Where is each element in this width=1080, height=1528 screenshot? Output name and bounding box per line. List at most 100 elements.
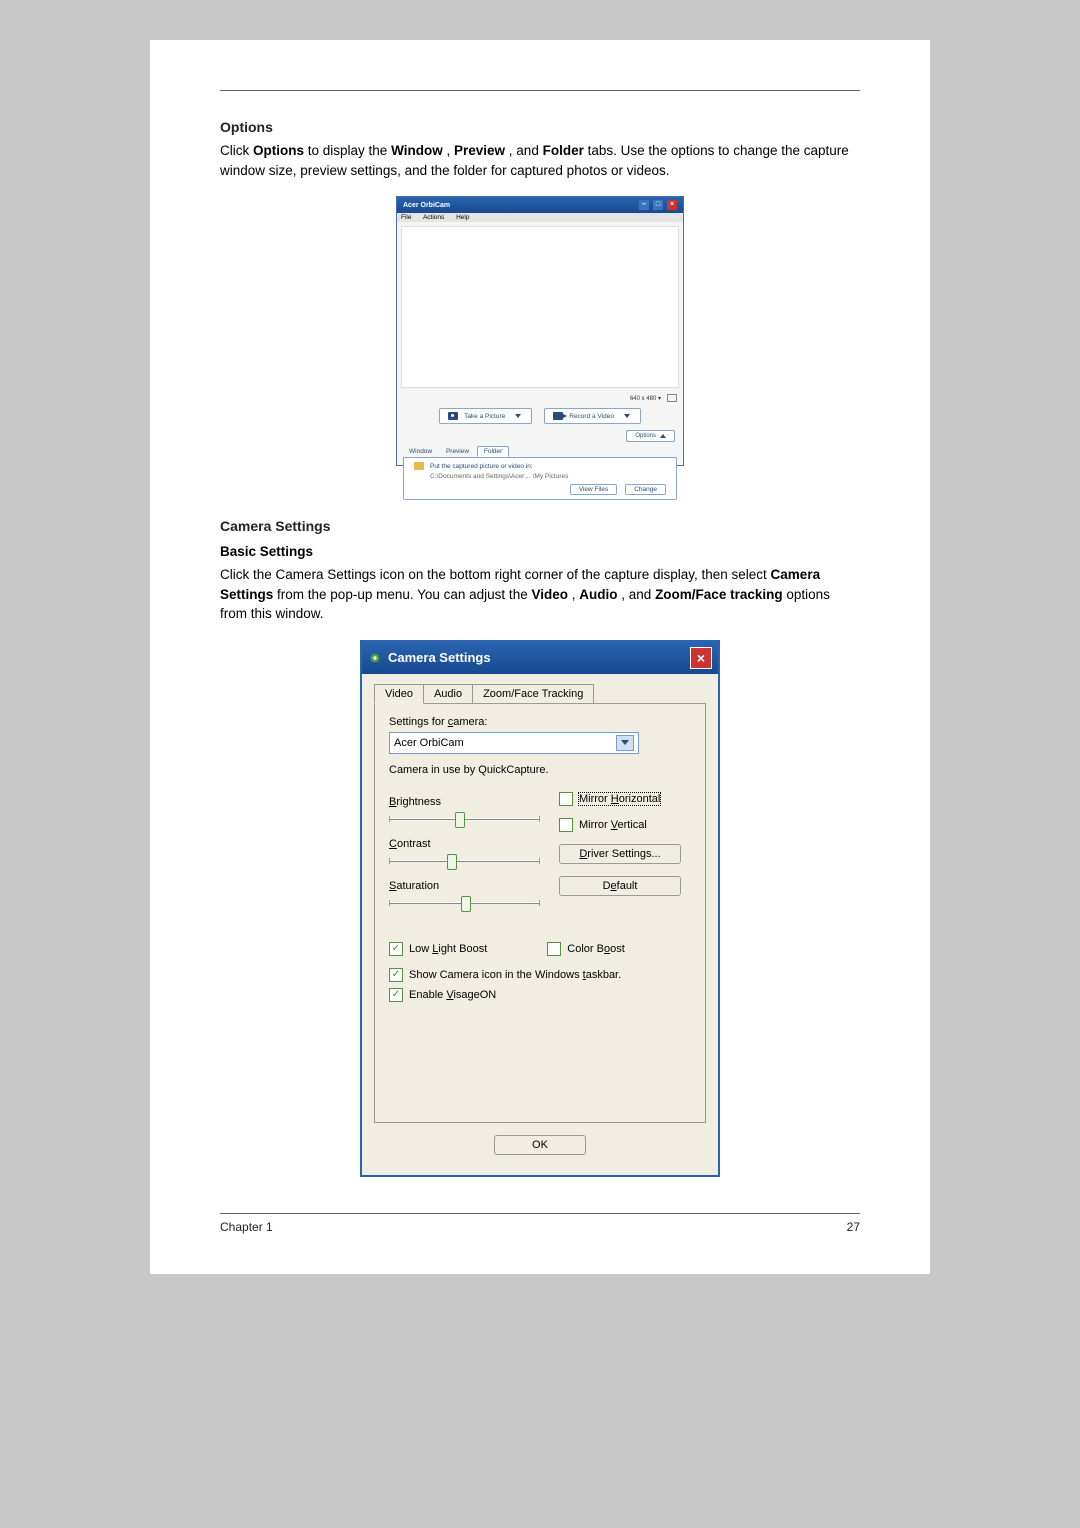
brightness-slider[interactable] [389, 810, 539, 828]
text: , [446, 143, 454, 158]
text-bold-zoom-face: Zoom/Face tracking [655, 587, 783, 602]
record-video-label: Record a Video [569, 413, 614, 420]
options-toggle-button[interactable]: Options [626, 430, 675, 442]
top-rule [220, 90, 860, 91]
folder-icon [414, 462, 424, 470]
close-button-icon[interactable]: × [667, 200, 677, 210]
text: Low [409, 943, 432, 955]
slider-tick [389, 816, 390, 822]
dialog-tabs: Video Audio Zoom/Face Tracking [374, 684, 706, 703]
slider-thumb[interactable] [461, 896, 471, 912]
status-strip: 640 x 480 ▾ [397, 392, 683, 404]
menu-actions[interactable]: Actions [423, 214, 444, 221]
low-light-boost-checkbox[interactable]: ✓ Low Light Boost [389, 942, 487, 956]
view-files-button[interactable]: View Files [570, 484, 618, 495]
text-underline: V [611, 819, 618, 831]
saturation-slider[interactable] [389, 894, 539, 912]
default-button[interactable]: Default [559, 876, 681, 896]
change-button[interactable]: Change [625, 484, 666, 495]
record-video-button[interactable]: Record a Video [544, 408, 641, 424]
camera-settings-dialog: Camera Settings × Video Audio Zoom/Face … [360, 640, 720, 1177]
video-icon [553, 412, 563, 420]
text: ertical [618, 819, 647, 831]
dialog-titlebar: Camera Settings × [362, 642, 718, 674]
mirror-horizontal-label: Mirror Horizontal [579, 793, 660, 805]
camera-select[interactable]: Acer OrbiCam [389, 732, 639, 754]
tab-window[interactable]: Window [403, 447, 438, 456]
tab-zoom-face[interactable]: Zoom/Face Tracking [472, 684, 594, 703]
text: ost [610, 943, 625, 955]
resolution-label[interactable]: 640 x 480 ▾ [630, 395, 661, 402]
close-button[interactable]: × [690, 647, 712, 669]
figure-camera-settings: Camera Settings × Video Audio Zoom/Face … [220, 640, 860, 1177]
chevron-down-icon [621, 740, 629, 745]
contrast-slider[interactable] [389, 852, 539, 870]
figure-orbicam: Acer OrbiCam – □ × File Actions Help 640… [220, 196, 860, 496]
color-boost-checkbox[interactable]: Color Boost [547, 942, 625, 956]
text: Mirror [579, 793, 611, 805]
mirror-horizontal-checkbox[interactable]: Mirror Horizontal [559, 792, 691, 806]
tab-folder[interactable]: Folder [477, 446, 509, 457]
driver-settings-button[interactable]: Driver Settings... [559, 844, 681, 864]
text: isageON [453, 989, 496, 1001]
tab-audio[interactable]: Audio [423, 684, 473, 703]
take-picture-label: Take a Picture [464, 413, 505, 420]
minimize-button-icon[interactable]: – [639, 200, 649, 210]
text: ontrast [397, 838, 431, 850]
slider-thumb[interactable] [447, 854, 457, 870]
paragraph-camera-settings: Click the Camera Settings icon on the bo… [220, 565, 860, 624]
slider-tick [389, 900, 390, 906]
folder-text: Put the captured picture or video in: [430, 463, 533, 470]
text: rightness [396, 796, 441, 808]
text-bold-audio: Audio [579, 587, 617, 602]
slider-tick [539, 858, 540, 864]
text: , and [621, 587, 655, 602]
menu-file[interactable]: File [401, 214, 411, 221]
capture-buttons: Take a Picture Record a Video [397, 404, 683, 428]
text: D [603, 880, 611, 892]
mirror-vertical-checkbox[interactable]: Mirror Vertical [559, 818, 691, 832]
text: Click [220, 143, 253, 158]
camera-settings-icon [368, 651, 382, 665]
maximize-button-icon[interactable]: □ [653, 200, 663, 210]
checkbox-box [547, 942, 561, 956]
dialog-body: Video Audio Zoom/Face Tracking Settings … [362, 674, 718, 1175]
checkbox-box [559, 818, 573, 832]
chevron-down-icon [624, 414, 630, 418]
settings-for-label: Settings for camera: [389, 716, 691, 728]
slider-thumb[interactable] [455, 812, 465, 828]
slider-track [389, 860, 539, 862]
text-bold-video: Video [531, 587, 568, 602]
text: Click the Camera Settings icon on the bo… [220, 567, 771, 582]
menu-help[interactable]: Help [456, 214, 469, 221]
text: river Settings... [587, 848, 660, 860]
options-tabs: Window Preview Folder [403, 446, 677, 457]
take-picture-button[interactable]: Take a Picture [439, 408, 532, 424]
preview-area [401, 226, 679, 388]
slider-tick [539, 816, 540, 822]
text-underline: H [611, 793, 619, 805]
ok-button[interactable]: OK [494, 1135, 586, 1155]
enable-visageon-checkbox[interactable]: ✓ Enable VisageON [389, 988, 691, 1002]
slider-tick [389, 858, 390, 864]
dialog-title-text: Camera Settings [388, 650, 491, 665]
menubar: File Actions Help [397, 213, 683, 222]
folder-row: Put the captured picture or video in: [414, 462, 666, 470]
text: ight Boost [438, 943, 487, 955]
dropdown-button[interactable] [616, 735, 634, 751]
camera-select-value: Acer OrbiCam [394, 737, 464, 749]
show-taskbar-label: Show Camera icon in the Windows taskbar. [409, 969, 621, 981]
tab-preview[interactable]: Preview [440, 447, 475, 456]
settings-icon[interactable] [667, 394, 677, 402]
folder-buttons: View Files Change [414, 484, 666, 495]
tab-video[interactable]: Video [374, 684, 424, 704]
footer-page-number: 27 [847, 1220, 860, 1234]
color-boost-label: Color Boost [567, 943, 625, 955]
text-bold-preview: Preview [454, 143, 505, 158]
boost-row: ✓ Low Light Boost Color Boost [389, 936, 691, 962]
text: from the pop-up menu. You can adjust the [277, 587, 531, 602]
text: fault [617, 880, 638, 892]
show-taskbar-icon-checkbox[interactable]: ✓ Show Camera icon in the Windows taskba… [389, 968, 691, 982]
text: , and [509, 143, 543, 158]
text: Show Camera icon in the Windows [409, 969, 583, 981]
